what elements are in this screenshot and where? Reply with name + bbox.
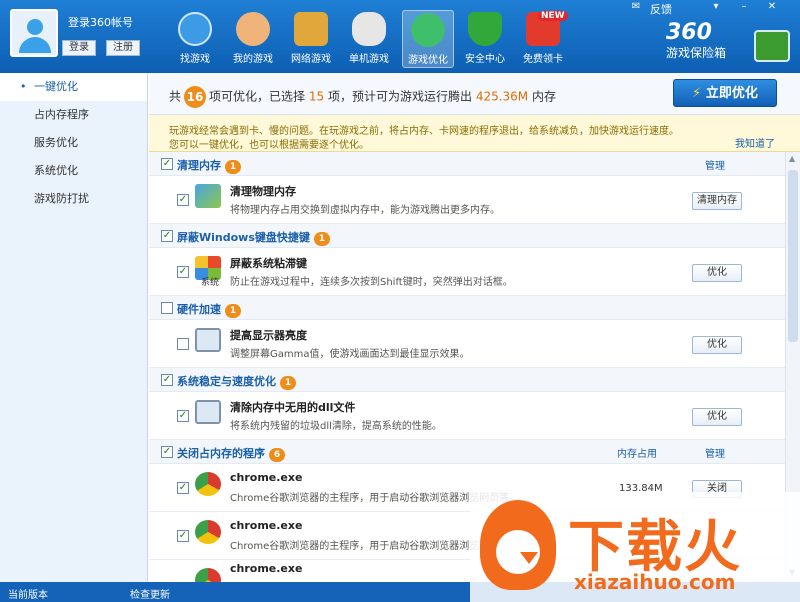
scrollbar-thumb[interactable] [788,170,798,342]
nav-security[interactable]: 安全中心 [460,10,510,68]
item-checkbox[interactable]: ✓ [177,194,189,206]
optimize-now-button[interactable]: ⚡ 立即优化 [673,79,777,107]
safe-box-icon [754,30,790,62]
nav-find-game[interactable]: 找游戏 [170,10,220,68]
sidebar-item-system[interactable]: 系统优化 [0,157,147,185]
new-badge: NEW [538,11,568,21]
download-arrow-icon [520,552,538,564]
check-update-link[interactable]: 检查更新 [130,586,170,601]
nav-my-game[interactable]: 我的游戏 [228,10,278,68]
register-button[interactable]: 注册 [106,40,140,56]
section-checkbox[interactable] [161,302,173,314]
monitor-icon [195,328,221,352]
login-label[interactable]: 登录360帐号 [68,14,133,30]
gamepad-icon [352,12,386,46]
optimize-button[interactable]: 优化 [692,408,742,426]
item-checkbox[interactable] [177,338,189,350]
manage-column-header: 管理 [705,161,725,172]
optimize-button[interactable]: 优化 [692,264,742,282]
chrome-icon [195,568,221,582]
my-game-icon [236,12,270,46]
flame-logo-icon [480,500,556,590]
watermark: 下载火 xiazaihuo.com [470,492,800,602]
section-block-shortcuts: ✓ 屏蔽Windows键盘快捷键 1 ✓ 系统 屏蔽系统粘滞键 防止在游戏过程中，… [149,224,785,296]
total-count-badge: 16 [184,86,207,108]
sidebar-item-memory-programs[interactable]: 占内存程序 [0,101,147,129]
chrome-icon [195,472,221,496]
notice-line-1: 玩游戏经常会遇到卡、慢的问题。在玩游戏之前，将占内存、卡网速的程序退出，给系统减… [169,126,679,137]
lightning-icon: ⚡ [692,86,702,101]
item-checkbox[interactable]: ✓ [177,410,189,422]
optimize-button[interactable]: 优化 [692,336,742,354]
section-checkbox[interactable]: ✓ [161,374,173,386]
notice-line-2: 您可以一键优化，也可以根据需要逐个优化。 [169,140,369,151]
manage-column-header: 管理 [705,449,725,460]
shield-icon [468,12,502,46]
close-icon[interactable]: ✕ [764,1,780,13]
minimize-icon[interactable]: – [736,1,752,13]
memory-column-header: 内存占用 [617,449,657,460]
chrome-icon [195,520,221,544]
login-button[interactable]: 登录 [62,40,96,56]
version-label: 当前版本 [8,590,48,601]
item-checkbox[interactable]: ✓ [177,266,189,278]
section-checkbox[interactable]: ✓ [161,446,173,458]
section-system-stability: ✓ 系统稳定与速度优化 1 ✓ 清除内存中无用的dll文件 将系统内残留的垃圾dl… [149,368,785,440]
watermark-en: xiazaihuo.com [574,570,736,594]
feedback-link[interactable]: 反馈 [650,1,672,17]
item-checkbox[interactable]: ✓ [177,482,189,494]
logo-main: 360 [666,20,712,45]
section-checkbox[interactable]: ✓ [161,158,173,170]
broom-icon [195,184,221,208]
logo-sub: 游戏保险箱 [666,46,727,60]
section-hardware-acceleration: 硬件加速 1 提高显示器亮度 调整屏幕Gamma值，使游戏画面达到最佳显示效果。 … [149,296,785,368]
sidebar: 一键优化 占内存程序 服务优化 系统优化 游戏防打扰 [0,73,148,582]
scroll-up-icon[interactable]: ▲ [789,154,795,163]
list-item: 提高显示器亮度 调整屏幕Gamma值，使游戏画面达到最佳显示效果。 优化 [149,320,785,368]
summary-text: 共 16 项可优化，已选择 15 项，预计可为游戏运行腾出 425.36M 内存 [169,86,556,108]
list-item: ✓ 清理物理内存 将物理内存占用交换到虚拟内存中，能为游戏腾出更多内存。 清理内… [149,176,785,224]
nav-game-optimize[interactable]: 游戏优化 [402,10,454,68]
nav-online-game[interactable]: 网络游戏 [286,10,336,68]
sidebar-item-services[interactable]: 服务优化 [0,129,147,157]
menu-icon[interactable]: ▾ [708,1,724,13]
item-checkbox[interactable]: ✓ [177,530,189,542]
optimize-icon [411,13,445,47]
notice-banner: 玩游戏经常会遇到卡、慢的问题。在玩游戏之前，将占内存、卡网速的程序退出，给系统减… [149,115,800,152]
find-game-icon [178,12,212,46]
nav-single-game[interactable]: 单机游戏 [344,10,394,68]
feedback-icon[interactable]: ✉ [628,1,644,13]
monitor-icon [195,400,221,424]
dismiss-notice-link[interactable]: 我知道了 [735,135,775,150]
online-game-icon [294,12,328,46]
sidebar-item-no-disturb[interactable]: 游戏防打扰 [0,185,147,213]
clean-memory-button[interactable]: 清理内存 [692,192,742,210]
sidebar-item-one-click[interactable]: 一键优化 [0,73,147,101]
section-clean-memory: ✓ 清理内存 1 管理 ✓ 清理物理内存 将物理内存占用交换到虚拟内存中，能为游戏… [149,152,785,224]
summary-bar: 共 16 项可优化，已选择 15 项，预计可为游戏运行腾出 425.36M 内存 ⚡… [149,73,800,115]
list-item: ✓ 系统 屏蔽系统粘滞键 防止在游戏过程中，连续多次按到Shift键时，突然弹出… [149,248,785,296]
section-checkbox[interactable]: ✓ [161,230,173,242]
list-item: ✓ 清除内存中无用的dll文件 将系统内残留的垃圾dll清除，提高系统的性能。 … [149,392,785,440]
top-bar: 登录360帐号 登录 注册 找游戏 我的游戏 网络游戏 单机游戏 游戏优化 安全… [0,0,800,73]
avatar[interactable] [10,9,58,57]
